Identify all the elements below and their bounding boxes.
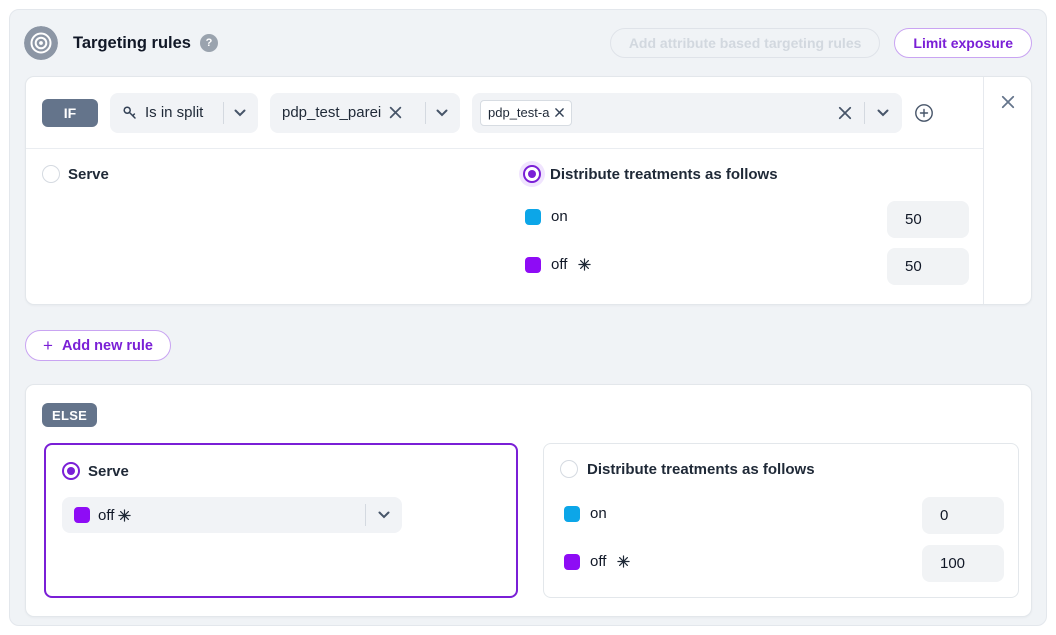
treatment-color-swatch: [74, 507, 90, 523]
asterisk-default-icon: [617, 555, 630, 568]
close-icon[interactable]: [1001, 95, 1015, 109]
treatment-percent-input[interactable]: [887, 248, 969, 285]
treatment-color-swatch: [525, 257, 541, 273]
plus-circle-icon[interactable]: [914, 103, 934, 123]
header-actions: Add attribute based targeting rules Limi…: [610, 28, 1032, 58]
else-rule-card: ELSE Serve off: [25, 384, 1032, 617]
panel-header: Targeting rules ? Add attribute based ta…: [10, 10, 1046, 60]
distribute-option-label: Distribute treatments as follows: [550, 166, 778, 183]
value-tag-label: pdp_test-a: [488, 105, 549, 120]
target-icon: [24, 26, 58, 60]
asterisk-default-icon: [578, 258, 591, 271]
divider: [365, 504, 366, 526]
remove-tag-icon[interactable]: [555, 108, 564, 117]
else-distribute-radio[interactable]: [560, 460, 578, 478]
treatment-color-swatch: [525, 209, 541, 225]
rule-condition-row: IF Is in split pdp_test_parei: [26, 77, 983, 149]
serve-option-label: Serve: [68, 166, 109, 183]
targeting-rule-card: IF Is in split pdp_test_parei: [25, 76, 1032, 305]
treatment-color-swatch: [564, 506, 580, 522]
plus-icon: +: [43, 337, 53, 354]
value-tag: pdp_test-a: [480, 100, 572, 126]
chevron-down-icon[interactable]: [234, 109, 246, 117]
divider: [223, 102, 224, 124]
matcher-select[interactable]: Is in split: [110, 93, 258, 133]
add-new-rule-button[interactable]: + Add new rule: [25, 330, 171, 361]
treatment-name: off: [590, 553, 606, 570]
distribute-radio[interactable]: [523, 165, 541, 183]
asterisk-default-icon: [118, 509, 131, 522]
treatment-row: off: [525, 256, 591, 273]
treatment-name: off: [551, 256, 567, 273]
targeting-rules-panel: Targeting rules ? Add attribute based ta…: [9, 9, 1047, 626]
else-serve-radio[interactable]: [62, 462, 80, 480]
treatment-percent-input[interactable]: [887, 201, 969, 238]
help-icon[interactable]: ?: [200, 34, 218, 52]
chevron-down-icon[interactable]: [436, 109, 448, 117]
treatment-percent-input[interactable]: [922, 545, 1004, 582]
treatment-row: off: [564, 553, 630, 570]
else-distribute-box: Distribute treatments as follows on off: [543, 443, 1019, 598]
treatment-name: off: [98, 507, 114, 524]
treatment-values-input[interactable]: pdp_test-a: [472, 93, 902, 133]
add-new-rule-label: Add new rule: [62, 338, 153, 354]
add-attribute-rules-button[interactable]: Add attribute based targeting rules: [610, 28, 881, 58]
clear-x-icon[interactable]: [838, 106, 852, 120]
serve-option: Serve: [42, 165, 109, 183]
key-icon: [122, 105, 138, 121]
clear-x-icon[interactable]: [389, 106, 402, 119]
serve-radio[interactable]: [42, 165, 60, 183]
treatment-row: on: [564, 505, 607, 522]
distribute-option: Distribute treatments as follows: [560, 460, 815, 478]
serve-option: Serve: [62, 462, 129, 480]
distribute-option-label: Distribute treatments as follows: [587, 461, 815, 478]
treatment-row: on: [525, 208, 568, 225]
serve-option-label: Serve: [88, 463, 129, 480]
rule-side-column: [984, 77, 1031, 304]
chevron-down-icon[interactable]: [378, 511, 390, 519]
else-badge: ELSE: [42, 403, 97, 427]
treatment-percent-input[interactable]: [922, 497, 1004, 534]
serve-treatment-select[interactable]: off: [62, 497, 402, 533]
distribute-option: Distribute treatments as follows: [523, 165, 778, 183]
rule-main: IF Is in split pdp_test_parei: [26, 77, 984, 304]
divider: [864, 102, 865, 124]
matcher-label: Is in split: [145, 104, 203, 121]
page-title: Targeting rules: [73, 34, 191, 53]
treatment-color-swatch: [564, 554, 580, 570]
divider: [425, 102, 426, 124]
else-serve-box: Serve off: [44, 443, 518, 598]
treatment-name: on: [551, 208, 568, 225]
split-select[interactable]: pdp_test_parei: [270, 93, 460, 133]
limit-exposure-button[interactable]: Limit exposure: [894, 28, 1032, 58]
treatment-name: on: [590, 505, 607, 522]
chevron-down-icon[interactable]: [877, 109, 889, 117]
split-name: pdp_test_parei: [282, 104, 381, 121]
targeting-rules-screen: Targeting rules ? Add attribute based ta…: [0, 0, 1056, 635]
if-badge: IF: [42, 99, 98, 127]
